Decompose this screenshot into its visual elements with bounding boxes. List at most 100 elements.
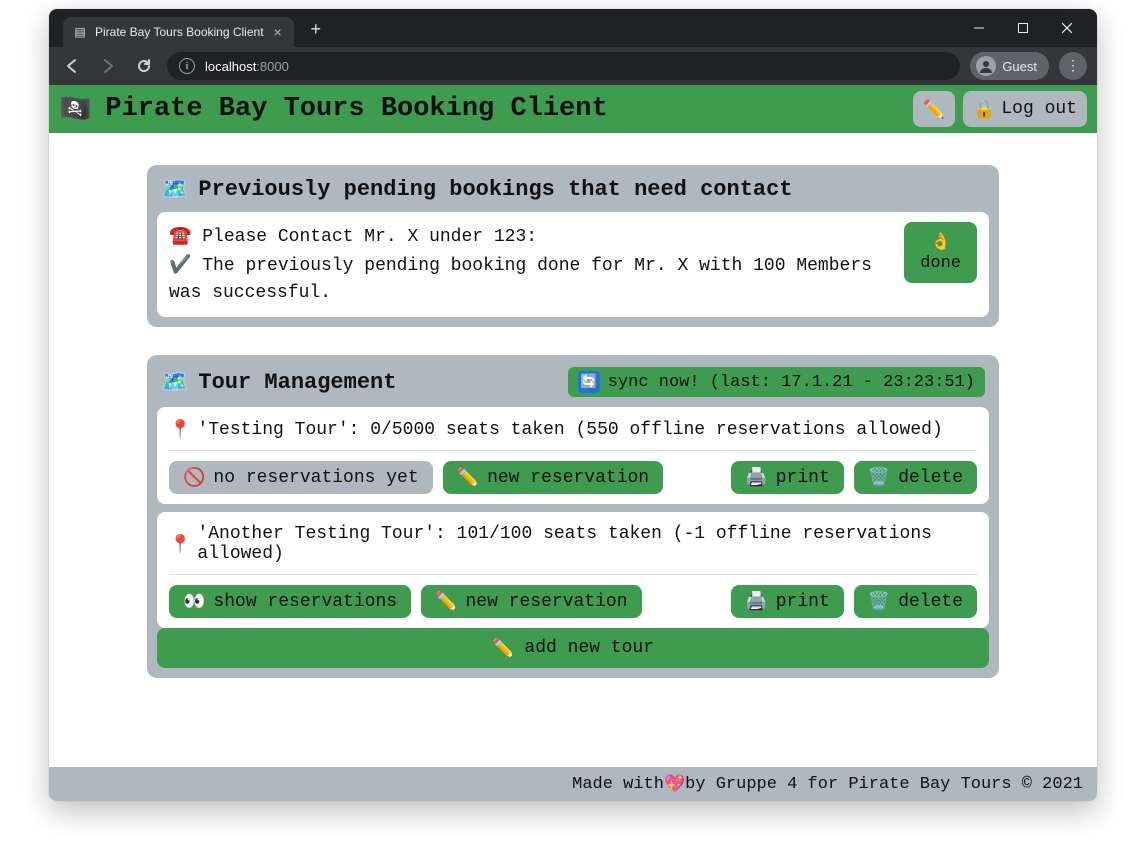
new-reservation-button[interactable]: ✏️ new reservation [443, 461, 663, 494]
tour-actions: 🚫 no reservations yet ✏️ new reservation… [169, 461, 977, 494]
divider [169, 574, 977, 575]
logout-button[interactable]: 🔒 Log out [963, 91, 1087, 127]
print-button[interactable]: 🖨️ print [731, 585, 843, 618]
page: 🏴‍☠️ Pirate Bay Tours Booking Client ✏️ … [49, 85, 1097, 801]
titlebar: ▤ Pirate Bay Tours Booking Client × + [49, 9, 1097, 47]
avatar-icon [976, 56, 996, 76]
logout-label: Log out [1001, 99, 1077, 119]
address-bar: i localhost:8000 Guest ⋮ [49, 47, 1097, 85]
pin-icon: 📍 [169, 419, 191, 440]
pending-bookings-panel: 🗺️ Previously pending bookings that need… [147, 165, 999, 327]
pirate-flag-icon: 🏴‍☠️ [59, 94, 91, 124]
done-button[interactable]: 👌 done [904, 222, 977, 283]
pencil-icon: ✏️ [435, 591, 457, 612]
close-icon [1062, 23, 1072, 33]
content-area: 🗺️ Previously pending bookings that need… [49, 133, 1097, 767]
pending-panel-title: Previously pending bookings that need co… [198, 177, 792, 202]
nav-forward-button[interactable] [95, 53, 121, 79]
tour-card: 📍 'Testing Tour': 0/5000 seats taken (55… [157, 407, 989, 504]
pending-contact-card: ☎️ Please Contact Mr. X under 123: ✔️ Th… [157, 212, 989, 317]
new-reservation-label: new reservation [487, 468, 649, 488]
maximize-icon [1018, 23, 1028, 33]
tab-close-button[interactable]: × [272, 24, 284, 40]
divider [169, 450, 977, 451]
arrow-right-icon [100, 58, 116, 74]
pencil-icon: ✏️ [923, 99, 945, 120]
url-port: :8000 [256, 59, 289, 74]
contact-line: Please Contact Mr. X under 123: [202, 227, 537, 247]
add-tour-button[interactable]: ✏️ add new tour [157, 628, 989, 668]
footer: Made with 💖 by Gruppe 4 for Pirate Bay T… [49, 767, 1097, 801]
pin-icon: 📍 [169, 534, 191, 555]
eyes-icon: 👀 [183, 591, 205, 612]
no-reservations-badge: 🚫 no reservations yet [169, 461, 433, 494]
print-label: print [776, 592, 830, 612]
show-reservations-label: show reservations [213, 592, 397, 612]
browser-window: ▤ Pirate Bay Tours Booking Client × + [49, 9, 1097, 801]
header-edit-button[interactable]: ✏️ [913, 91, 955, 127]
kebab-icon: ⋮ [1066, 58, 1080, 75]
arrow-left-icon [64, 58, 80, 74]
phone-icon: ☎️ [169, 225, 191, 246]
window-controls [957, 9, 1089, 47]
tab-favicon: ▤ [73, 25, 87, 39]
trash-icon: 🗑️ [868, 467, 890, 488]
pending-contact-text: ☎️ Please Contact Mr. X under 123: ✔️ Th… [169, 222, 888, 307]
success-line: The previously pending booking done for … [169, 256, 872, 303]
no-reservations-label: no reservations yet [213, 468, 418, 488]
url-host: localhost [205, 59, 256, 74]
window-minimize-button[interactable] [957, 17, 1001, 39]
printer-icon: 🖨️ [745, 467, 767, 488]
map-icon: 🗺️ [161, 177, 188, 202]
tour-panel-title: Tour Management [198, 370, 396, 395]
prohibited-icon: 🚫 [183, 467, 205, 488]
url-input[interactable]: i localhost:8000 [167, 52, 960, 80]
tab-title: Pirate Bay Tours Booking Client [95, 25, 264, 39]
window-close-button[interactable] [1045, 17, 1089, 39]
delete-label: delete [898, 592, 963, 612]
pencil-icon: ✏️ [492, 638, 514, 659]
tour-actions: 👀 show reservations ✏️ new reservation 🖨… [169, 585, 977, 618]
window-maximize-button[interactable] [1001, 17, 1045, 39]
tab-strip: ▤ Pirate Bay Tours Booking Client × + [57, 9, 330, 47]
map-icon: 🗺️ [161, 370, 188, 395]
tour-summary-row: 📍 'Testing Tour': 0/5000 seats taken (55… [169, 417, 977, 448]
tour-summary: 'Another Testing Tour': 101/100 seats ta… [197, 524, 977, 564]
footer-text-after: by Gruppe 4 for Pirate Bay Tours © 2021 [685, 775, 1083, 794]
delete-button[interactable]: 🗑️ delete [854, 461, 977, 494]
show-reservations-button[interactable]: 👀 show reservations [169, 585, 411, 618]
ok-hand-icon: 👌 [930, 232, 951, 252]
tour-summary-row: 📍 'Another Testing Tour': 101/100 seats … [169, 522, 977, 572]
lock-icon: 🔒 [973, 99, 995, 120]
new-reservation-button[interactable]: ✏️ new reservation [421, 585, 641, 618]
footer-text-before: Made with [572, 775, 664, 794]
sync-label: sync now! (last: 17.1.21 - 23:23:51) [608, 373, 975, 392]
sync-button[interactable]: 🔄 sync now! (last: 17.1.21 - 23:23:51) [568, 367, 985, 397]
new-reservation-label: new reservation [465, 592, 627, 612]
profile-chip[interactable]: Guest [970, 52, 1049, 80]
reload-icon [136, 58, 152, 74]
tour-management-panel: 🗺️ Tour Management 🔄 sync now! (last: 17… [147, 355, 999, 678]
profile-label: Guest [1002, 59, 1037, 74]
printer-icon: 🖨️ [745, 591, 767, 612]
new-tab-button[interactable]: + [302, 17, 330, 45]
delete-label: delete [898, 468, 963, 488]
nav-reload-button[interactable] [131, 53, 157, 79]
tour-card: 📍 'Another Testing Tour': 101/100 seats … [157, 512, 989, 628]
delete-button[interactable]: 🗑️ delete [854, 585, 977, 618]
print-label: print [776, 468, 830, 488]
print-button[interactable]: 🖨️ print [731, 461, 843, 494]
heart-icon: 💖 [664, 774, 685, 794]
browser-menu-button[interactable]: ⋮ [1059, 52, 1087, 80]
done-label: done [920, 254, 961, 273]
check-icon: ✔️ [169, 254, 191, 275]
tour-summary: 'Testing Tour': 0/5000 seats taken (550 … [197, 420, 942, 440]
app-header: 🏴‍☠️ Pirate Bay Tours Booking Client ✏️ … [49, 85, 1097, 133]
sync-icon: 🔄 [578, 371, 600, 393]
site-info-icon[interactable]: i [179, 58, 195, 74]
browser-tab[interactable]: ▤ Pirate Bay Tours Booking Client × [63, 17, 294, 47]
nav-back-button[interactable] [59, 53, 85, 79]
minimize-icon [974, 23, 984, 33]
add-tour-label: add new tour [524, 638, 654, 658]
app-title: Pirate Bay Tours Booking Client [105, 94, 607, 124]
